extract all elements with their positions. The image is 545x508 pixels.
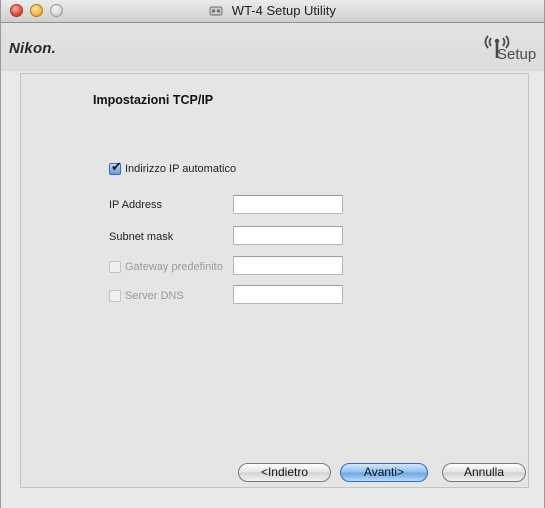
setup-logo: Setup	[482, 30, 538, 70]
auto-ip-label[interactable]: Indirizzo IP automatico	[125, 163, 236, 175]
nikon-logo: Nikon.	[9, 40, 57, 57]
wt4-app-icon	[209, 5, 223, 20]
cancel-button[interactable]: Annulla	[442, 463, 526, 482]
gateway-label: Gateway predefinito	[125, 261, 223, 273]
brand-header: Nikon. Setup	[1, 23, 544, 71]
ip-address-label: IP Address	[109, 199, 162, 211]
subnet-mask-field[interactable]	[233, 226, 343, 245]
checkmark-icon: ✔	[111, 159, 122, 174]
dns-label: Server DNS	[125, 290, 184, 302]
auto-ip-checkbox-row[interactable]: ✔ Indirizzo IP automatico	[109, 159, 236, 175]
gateway-checkbox[interactable]	[109, 261, 121, 273]
dns-checkbox-row[interactable]: Server DNS	[109, 290, 184, 302]
window-title-container: WT-4 Setup Utility	[1, 3, 544, 20]
window-footer	[1, 490, 544, 508]
dns-checkbox[interactable]	[109, 290, 121, 302]
window-title: WT-4 Setup Utility	[231, 3, 336, 18]
gateway-checkbox-row[interactable]: Gateway predefinito	[109, 261, 223, 273]
ip-address-field[interactable]	[233, 195, 343, 214]
subnet-mask-label: Subnet mask	[109, 231, 174, 243]
setup-logo-text: Setup	[497, 46, 537, 63]
back-button[interactable]: <Indietro	[238, 463, 331, 482]
tcpip-settings-panel: Impostazioni TCP/IP ✔ Indirizzo IP autom…	[20, 73, 529, 488]
title-bar[interactable]: WT-4 Setup Utility	[1, 0, 544, 23]
dns-field[interactable]	[233, 285, 343, 304]
gateway-field[interactable]	[233, 256, 343, 275]
section-title: Impostazioni TCP/IP	[93, 93, 214, 107]
auto-ip-checkbox[interactable]: ✔	[109, 159, 122, 175]
next-button[interactable]: Avanti>	[340, 463, 428, 482]
app-window: WT-4 Setup Utility Nikon. Setup Impostaz…	[0, 0, 545, 508]
